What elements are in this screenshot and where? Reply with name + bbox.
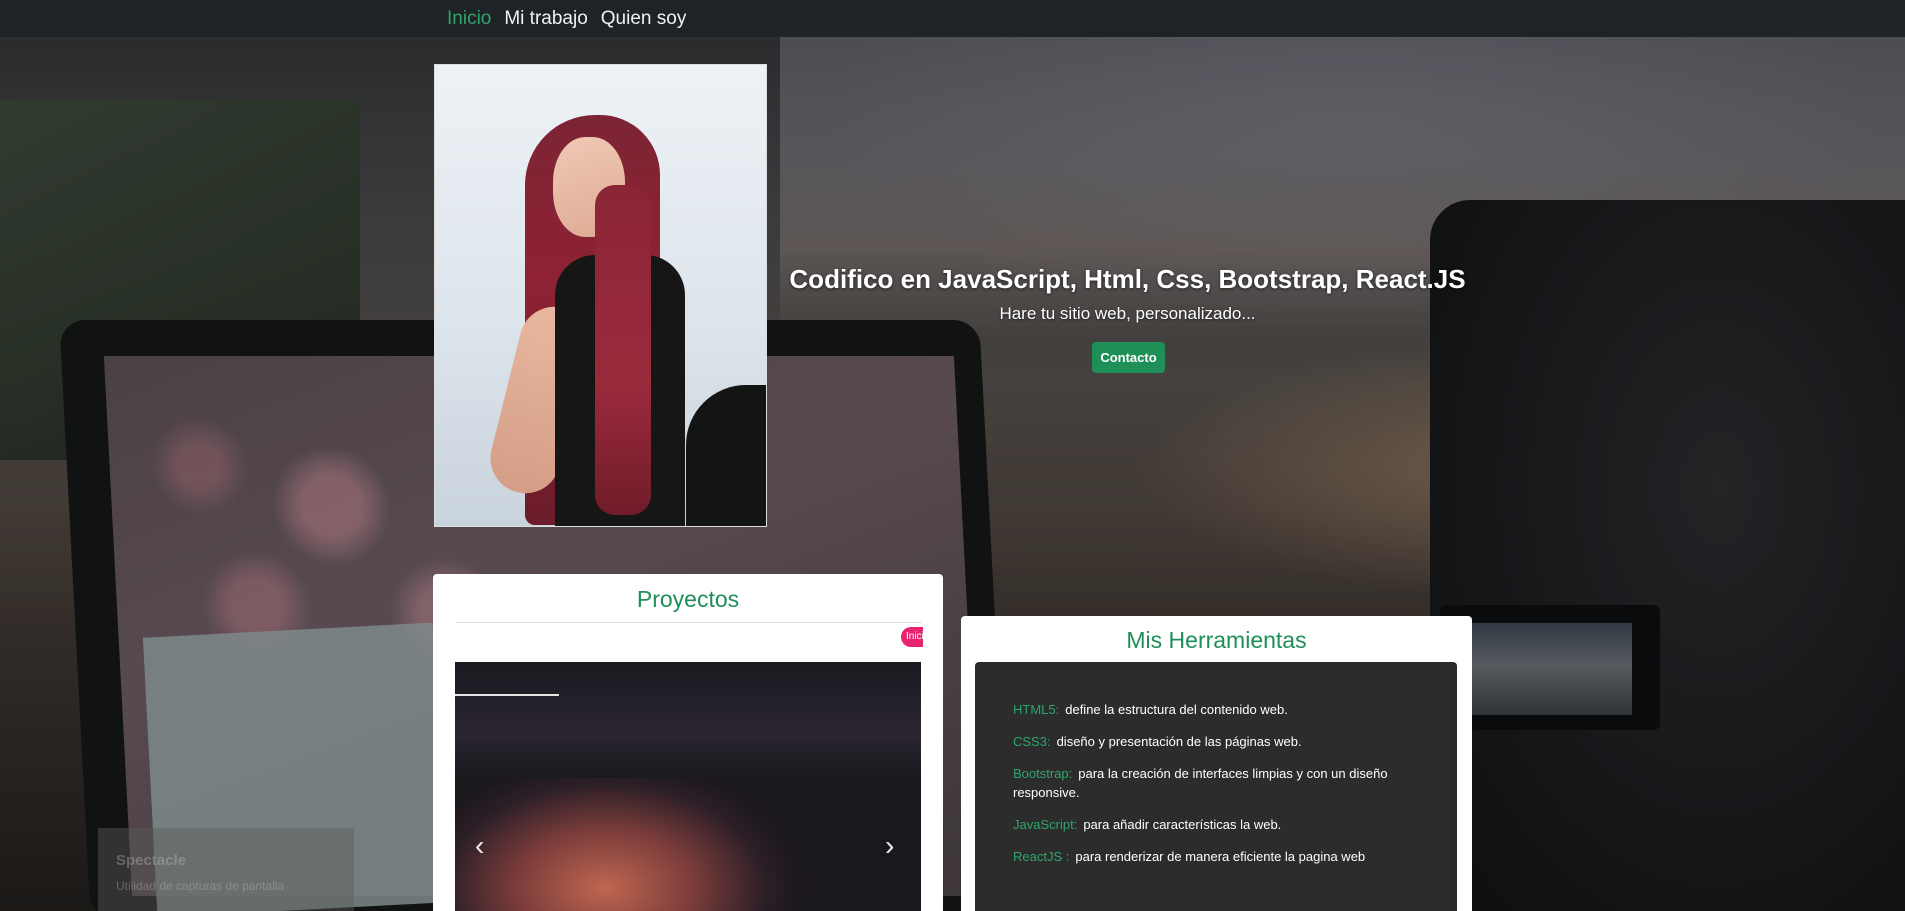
tool-desc: diseño y presentación de las páginas web…	[1056, 734, 1302, 749]
profile-photo	[434, 64, 767, 527]
tool-item: Bootstrap: para la creación de interfaces…	[1013, 764, 1419, 802]
projects-card: Proyectos Inici ‹ ›	[433, 574, 943, 911]
tool-desc: define la estructura del contenido web.	[1065, 702, 1288, 717]
hero-subtitle: Hare tu sitio web, personalizado...	[999, 304, 1256, 323]
projects-title: Proyectos	[636, 586, 740, 612]
page: Spectacle Utilidad de capturas de pantal…	[0, 0, 1905, 911]
tool-name: CSS3:	[1013, 734, 1051, 749]
tools-title: Mis Herramientas	[1126, 627, 1307, 653]
spectacle-desc: Utilidad de capturas de pantalla	[116, 879, 285, 893]
tool-desc: para renderizar de manera eficiente la p…	[1075, 849, 1366, 864]
tool-item: CSS3: diseño y presentación de las página…	[1013, 732, 1419, 751]
chevron-right-icon[interactable]: ›	[885, 832, 894, 860]
tool-name: JavaScript:	[1013, 817, 1078, 832]
tool-item: HTML5: define la estructura del contenido…	[1013, 700, 1419, 719]
contact-button[interactable]: Contacto	[1092, 342, 1165, 373]
projects-divider	[455, 622, 922, 623]
tool-name: ReactJS :	[1013, 849, 1070, 864]
nav-mi-trabajo[interactable]: Mi trabajo	[504, 8, 587, 30]
carousel-slide-top	[455, 662, 921, 778]
tools-card: Mis Herramientas HTML5: define la estruct…	[961, 616, 1472, 911]
tool-item: JavaScript: para añadir características l…	[1013, 815, 1419, 834]
tool-item: ReactJS : para renderizar de manera efici…	[1013, 847, 1419, 866]
spectacle-title: Spectacle	[116, 852, 187, 869]
chevron-left-icon[interactable]: ‹	[475, 832, 484, 860]
tool-name: HTML5:	[1013, 702, 1060, 717]
projects-badge[interactable]: Inici	[901, 627, 923, 647]
tools-list: HTML5: define la estructura del contenido…	[975, 662, 1457, 911]
nav-quien-soy[interactable]: Quien soy	[601, 8, 687, 30]
background-dim-overlay	[0, 0, 1905, 911]
navbar: Inicio Mi trabajo Quien soy	[0, 0, 1905, 37]
carousel-indicator[interactable]	[455, 694, 559, 696]
nav-inicio[interactable]: Inicio	[447, 8, 491, 30]
carousel-slide-image	[455, 778, 921, 911]
hero-title: Codifico en JavaScript, Html, Css, Boots…	[789, 264, 1466, 294]
tool-name: Bootstrap:	[1013, 766, 1073, 781]
tool-desc: para añadir características la web.	[1083, 817, 1282, 832]
projects-carousel[interactable]: ‹ ›	[455, 662, 921, 911]
spectacle-notification: Spectacle Utilidad de capturas de pantal…	[98, 828, 354, 911]
